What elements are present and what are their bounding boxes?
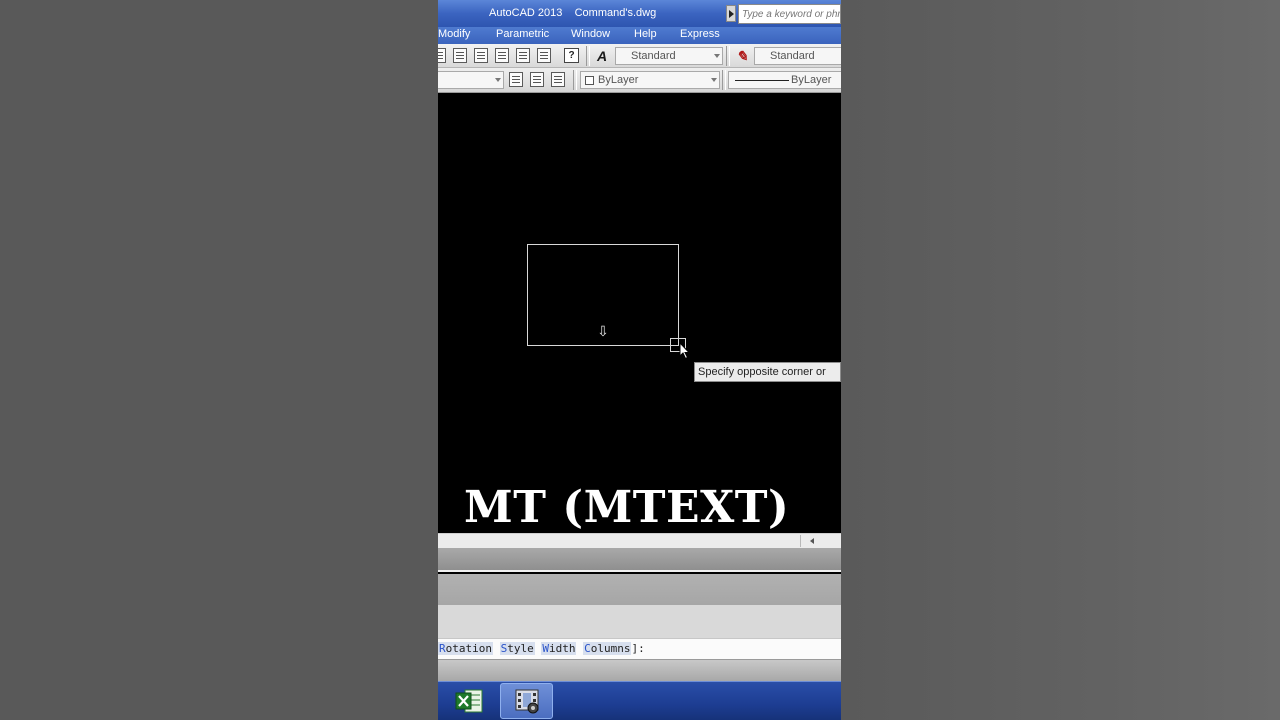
menu-bar: Modify Parametric Window Help Express [438,27,841,44]
text-flow-arrow-icon: ⇩ [597,323,609,339]
menu-modify[interactable]: Modify [438,28,470,40]
make-current-layer-icon[interactable] [530,72,544,87]
toolbar-sheet-icon[interactable] [438,48,446,63]
command-line[interactable]: Rotation Style Width Columns]: [438,638,841,660]
dynamic-input-tooltip: Specify opposite corner or [694,362,841,382]
dim-style-select[interactable]: Standard [754,47,841,65]
windows-taskbar [438,681,841,720]
command-option-style[interactable]: Style [499,642,535,655]
video-caption: MT (MTEXT) [464,482,790,533]
chevron-down-icon [714,54,720,58]
linetype-sample-icon [735,80,789,81]
autocad-film-icon [514,688,541,715]
dim-style-value: Standard [770,50,815,62]
menu-window[interactable]: Window [571,28,610,40]
text-style-select[interactable]: Standard [615,47,723,65]
color-select[interactable]: ByLayer [580,71,720,89]
menu-parametric[interactable]: Parametric [496,28,549,40]
command-option-rotation[interactable]: Rotation [438,642,493,655]
toolbar-match-icon[interactable] [495,48,509,63]
status-bar [438,660,841,681]
layer-properties-icon[interactable] [509,72,523,87]
autocad-window: AutoCAD 2013 Command's.dwg Type a keywor… [438,0,841,720]
menu-express[interactable]: Express [680,28,720,40]
text-style-value: Standard [631,50,676,62]
command-history-area [438,574,841,605]
toolbar-design-center-icon[interactable] [516,48,530,63]
dim-style-icon[interactable]: ✎ [733,47,751,65]
excel-icon[interactable] [454,687,484,715]
linetype-value: ByLayer [791,74,832,86]
video-backdrop-left [0,0,438,720]
command-option-width[interactable]: Width [541,642,577,655]
title-bar: AutoCAD 2013 Command's.dwg Type a keywor… [438,0,841,27]
video-backdrop-right [841,0,1280,720]
text-style-icon[interactable]: A [593,47,611,65]
toolbar-separator [726,46,730,66]
help-icon[interactable]: ? [564,48,579,63]
scroll-left-icon[interactable] [800,535,822,547]
chevron-down-icon [495,78,501,82]
command-option-columns[interactable]: Columns [583,642,632,655]
toolbar-calculator-icon[interactable] [453,48,467,63]
search-expand-arrow-icon[interactable] [726,5,736,22]
toolbar-separator [586,46,590,66]
horizontal-scrollbar[interactable] [438,533,841,548]
linetype-select[interactable]: ByLayer [728,71,841,89]
command-suffix: ]: [631,642,645,655]
color-swatch-icon [585,76,594,85]
layers-toolbar: ByLayer ByLayer [438,68,841,93]
standard-toolbar: ? A Standard ✎ Standard [438,44,841,68]
toolbar-properties-icon[interactable] [474,48,488,63]
search-input[interactable]: Type a keyword or phr [738,4,841,24]
color-value: ByLayer [598,74,639,86]
toolbar-separator [573,70,577,90]
toolbar-separator [722,70,726,90]
menu-help[interactable]: Help [634,28,657,40]
drawing-canvas[interactable]: ⇩ Specify opposite corner or MT (MTEXT) [438,97,841,533]
toolbar-markup-icon[interactable] [537,48,551,63]
autocad-taskbar-button[interactable] [500,683,553,719]
command-history-bar [438,548,841,572]
command-history-area-lower [438,605,841,638]
layer-previous-icon[interactable] [551,72,565,87]
window-title: AutoCAD 2013 Command's.dwg [489,7,657,19]
layer-select[interactable] [438,71,504,89]
chevron-down-icon [711,78,717,82]
